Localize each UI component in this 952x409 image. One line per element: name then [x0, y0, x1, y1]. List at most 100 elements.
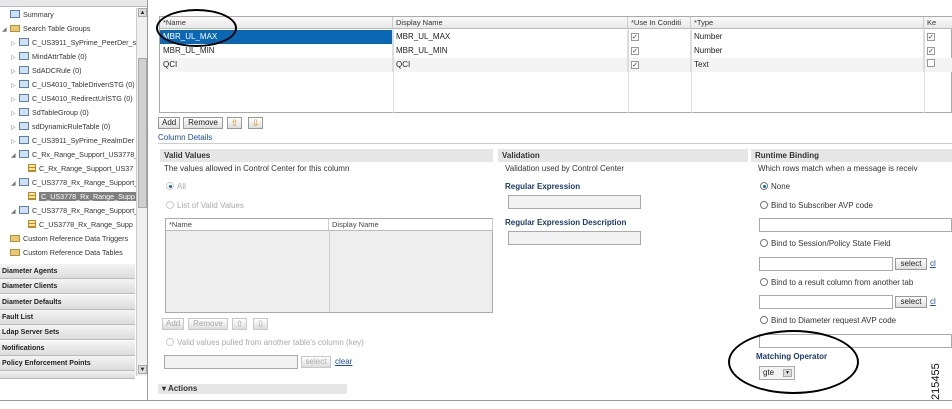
tree-item[interactable]: ▷ C_US3911_SyPrime_PeerDer_s: [11, 36, 136, 49]
accordion-section[interactable]: Ldap Server Sets: [0, 325, 135, 341]
tree-item[interactable]: Custom Reference Data Triggers: [2, 232, 128, 245]
move-up-icon[interactable]: ⇧: [227, 117, 242, 129]
radio-selected-icon[interactable]: [166, 182, 174, 190]
clear-link[interactable]: cl: [930, 297, 936, 306]
table-row[interactable]: QCI QCI ✓ Text: [160, 58, 952, 72]
list-valid-values-radio[interactable]: List of Valid Values: [166, 201, 244, 210]
radio-icon[interactable]: [760, 316, 768, 324]
tree-scrollbar[interactable]: ▲ ▼: [136, 8, 147, 376]
chevron-down-icon[interactable]: ▼: [783, 369, 792, 377]
tree-item[interactable]: ▷ C_US3911_SyPrime_RealmDer: [11, 134, 134, 147]
checkbox-empty-icon[interactable]: [927, 59, 935, 67]
expand-arrow-icon[interactable]: ◢: [11, 178, 19, 191]
bind-none-radio[interactable]: None: [760, 182, 790, 191]
bind-session-policy-radio[interactable]: Bind to Session/Policy State Field: [760, 239, 891, 248]
accordion-section[interactable]: Fault List: [0, 309, 135, 325]
radio-icon[interactable]: [166, 338, 174, 346]
pulled-values-radio[interactable]: Valid values pulled from another table's…: [166, 338, 364, 347]
tree-item[interactable]: ◢ C_US3778_Rx_Range_Support_: [11, 176, 136, 189]
key-checkbox[interactable]: ✓: [924, 44, 952, 58]
checkbox-checked-icon[interactable]: ✓: [631, 33, 639, 41]
row-name[interactable]: MBR_UL_MIN: [160, 44, 393, 58]
checkbox-checked-icon[interactable]: ✓: [927, 33, 935, 41]
checkbox-checked-icon[interactable]: ✓: [927, 47, 935, 55]
move-down-icon[interactable]: ⇩: [248, 117, 263, 129]
row-name[interactable]: MBR_UL_MAX: [160, 30, 393, 44]
accordion-section[interactable]: Diameter Clients: [0, 279, 135, 295]
expand-arrow-icon[interactable]: ◢: [11, 206, 19, 219]
col-header-display-name[interactable]: Display Name: [393, 17, 628, 29]
move-up-icon[interactable]: ⇧: [232, 318, 247, 330]
clear-link[interactable]: cl: [930, 259, 936, 268]
key-checkbox[interactable]: ✓: [924, 30, 952, 44]
expand-arrow-icon[interactable]: ◢: [11, 150, 19, 163]
tree-item[interactable]: ▷ C_US4010_TableDrivenSTG (0): [11, 78, 135, 91]
tree-item[interactable]: ▷ sdDynamicRuleTable (0): [11, 120, 110, 133]
pulled-values-field[interactable]: [164, 355, 298, 369]
subscriber-avp-code-input[interactable]: [759, 218, 952, 232]
remove-column-button[interactable]: Remove: [183, 117, 223, 129]
tree-item[interactable]: C_Rx_Range_Support_US37: [20, 162, 133, 175]
bind-subscriber-avp-radio[interactable]: Bind to Subscriber AVP code: [760, 201, 873, 210]
col-header-key[interactable]: Ke: [924, 17, 952, 29]
use-in-conditions-checkbox[interactable]: ✓: [628, 58, 691, 72]
scroll-thumb[interactable]: [138, 58, 147, 208]
row-name[interactable]: QCI: [160, 58, 393, 72]
row-type[interactable]: Number: [691, 44, 924, 58]
select-button[interactable]: select: [301, 356, 331, 368]
add-value-button[interactable]: Add: [162, 318, 184, 330]
session-policy-field-input[interactable]: [759, 257, 893, 271]
radio-selected-icon[interactable]: [760, 182, 768, 190]
key-checkbox[interactable]: [924, 58, 952, 72]
expand-arrow-icon[interactable]: ◢: [2, 24, 10, 37]
tree-item[interactable]: ◢ C_US3778_Rx_Range_Support_: [11, 204, 136, 217]
tree-item[interactable]: ◢ Search Table Groups: [2, 22, 90, 35]
row-display-name[interactable]: MBR_UL_MAX: [393, 30, 628, 44]
actions-section-heading[interactable]: ▾ Actions: [158, 384, 347, 394]
matching-operator-select[interactable]: gte ▼: [759, 366, 795, 380]
accordion-section[interactable]: Diameter Defaults: [0, 294, 135, 310]
row-type[interactable]: Number: [691, 30, 924, 44]
checkbox-checked-icon[interactable]: ✓: [631, 61, 639, 69]
scroll-up-icon[interactable]: ▲: [138, 8, 147, 17]
radio-icon[interactable]: [760, 239, 768, 247]
regular-expression-description-input[interactable]: [508, 231, 641, 245]
clear-link[interactable]: clear: [335, 357, 352, 366]
tree-item[interactable]: ▷ MindAttrTable (0): [11, 50, 87, 63]
add-column-button[interactable]: Add: [158, 117, 180, 129]
accordion-section[interactable]: [0, 371, 135, 379]
row-display-name[interactable]: QCI: [393, 58, 628, 72]
col-header-use-in-conditions[interactable]: *Use In Conditi: [628, 17, 691, 29]
tree-item[interactable]: ◢ C_Rx_Range_Support_US3778_: [11, 148, 136, 161]
tree-item[interactable]: C_US3778_Rx_Range_Supp: [20, 218, 133, 231]
all-values-radio[interactable]: All: [166, 182, 186, 191]
radio-icon[interactable]: [166, 201, 174, 209]
select-button[interactable]: select: [895, 258, 927, 270]
row-type[interactable]: Text: [691, 58, 924, 72]
regular-expression-input[interactable]: [508, 195, 641, 209]
tree-item[interactable]: ▷ SdTableGroup (0): [11, 106, 89, 119]
radio-icon[interactable]: [760, 278, 768, 286]
bind-diameter-avp-radio[interactable]: Bind to Diameter request AVP code: [760, 316, 896, 325]
col-header-name[interactable]: *Name: [160, 17, 393, 29]
accordion-section[interactable]: Notifications: [0, 340, 135, 356]
select-button[interactable]: select: [895, 296, 927, 308]
use-in-conditions-checkbox[interactable]: ✓: [628, 44, 691, 58]
remove-value-button[interactable]: Remove: [188, 318, 228, 330]
use-in-conditions-checkbox[interactable]: ✓: [628, 30, 691, 44]
accordion-section[interactable]: Diameter Agents: [0, 264, 135, 279]
row-display-name[interactable]: MBR_UL_MIN: [393, 44, 628, 58]
tree-item[interactable]: ▷ SdADCRule (0): [11, 64, 82, 77]
tree-item[interactable]: Summary: [2, 8, 54, 21]
accordion-section[interactable]: Policy Enforcement Points: [0, 355, 135, 371]
table-row[interactable]: MBR_UL_MIN MBR_UL_MIN ✓ Number ✓: [160, 44, 952, 58]
tree-item[interactable]: Custom Reference Data Tables: [2, 246, 123, 259]
result-column-input[interactable]: [759, 295, 893, 309]
diameter-avp-code-input[interactable]: [759, 334, 952, 348]
col-header-type[interactable]: *Type: [691, 17, 924, 29]
table-row[interactable]: MBR_UL_MAX MBR_UL_MAX ✓ Number ✓: [160, 30, 952, 44]
scroll-down-icon[interactable]: ▼: [138, 365, 147, 374]
move-down-icon[interactable]: ⇩: [253, 318, 268, 330]
tree-item[interactable]: C_US3778_Rx_Range_Supp: [20, 190, 136, 203]
tree-item[interactable]: ▷ C_US4010_RedirectUrlSTG (0): [11, 92, 133, 105]
